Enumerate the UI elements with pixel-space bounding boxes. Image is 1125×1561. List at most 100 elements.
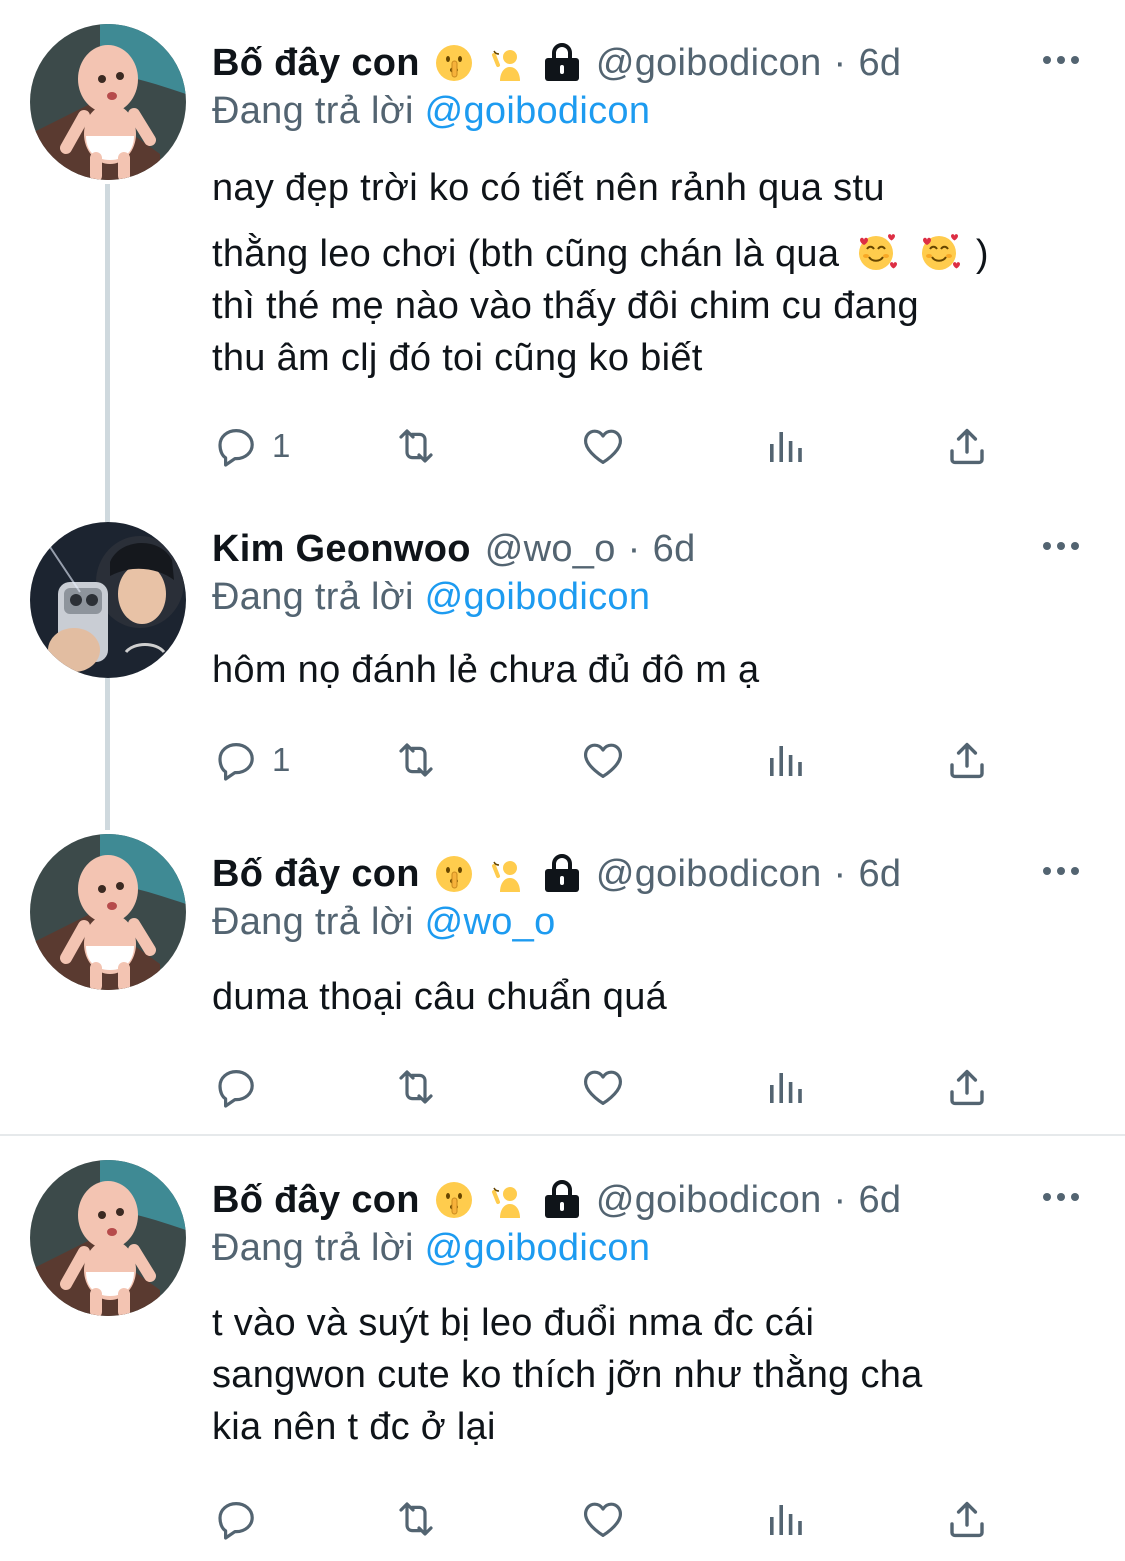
retweet-icon xyxy=(392,1063,440,1111)
views-button[interactable] xyxy=(762,1059,810,1115)
views-button[interactable] xyxy=(762,732,810,788)
separator-dot: · xyxy=(627,527,641,570)
share-icon xyxy=(943,422,991,470)
tweet-actions: 1 xyxy=(212,418,1012,474)
shushing-face-emoji xyxy=(434,1180,474,1220)
retweet-icon xyxy=(392,1495,440,1543)
like-button[interactable] xyxy=(579,418,627,474)
separator-dot: · xyxy=(833,41,847,84)
tweet-text: duma thoại câu chuẩn quá xyxy=(212,971,667,1023)
avatar[interactable] xyxy=(30,24,186,180)
retweet-button[interactable] xyxy=(392,418,440,474)
lock-icon xyxy=(542,43,582,83)
timestamp[interactable]: 6d xyxy=(858,853,901,896)
smiling-face-with-hearts-emoji xyxy=(854,230,898,274)
retweet-button[interactable] xyxy=(392,732,440,788)
replying-prefix: Đang trả lời xyxy=(212,576,414,618)
share-icon xyxy=(943,1495,991,1543)
tweet-header: Bố đây con @goibodicon · 6d xyxy=(212,36,901,90)
avatar[interactable] xyxy=(30,522,186,678)
person-raising-hand-emoji xyxy=(488,1180,528,1220)
shushing-face-emoji xyxy=(434,854,474,894)
like-button[interactable] xyxy=(579,1059,627,1115)
replying-to: Đang trả lời @goibodicon xyxy=(212,576,650,619)
replying-to-mention[interactable]: @goibodicon xyxy=(425,1227,651,1269)
replying-prefix: Đang trả lời xyxy=(212,1227,414,1269)
retweet-button[interactable] xyxy=(392,1059,440,1115)
tweet-text: nay đẹp trời ko có tiết nên rảnh qua stu… xyxy=(212,162,989,384)
handle[interactable]: @wo_o xyxy=(485,528,616,571)
separator-dot: · xyxy=(833,1178,847,1221)
display-name[interactable]: Bố đây con xyxy=(212,42,420,85)
handle[interactable]: @goibodicon xyxy=(596,1179,822,1222)
tweet-text-line: thằng leo chơi (bth cũng chán là qua ) xyxy=(212,228,989,280)
replying-prefix: Đang trả lời xyxy=(212,901,414,943)
timestamp[interactable]: 6d xyxy=(858,1179,901,1222)
views-icon xyxy=(762,422,810,470)
tweet-text-line: nay đẹp trời ko có tiết nên rảnh qua stu xyxy=(212,167,885,209)
tweet-text: t vào và suýt bị leo đuổi nma đc cái san… xyxy=(212,1297,923,1453)
tweet-text-line: sangwon cute ko thích jỡn như thằng cha xyxy=(212,1354,923,1396)
replying-to-mention[interactable]: @goibodicon xyxy=(425,90,651,132)
share-button[interactable] xyxy=(943,732,991,788)
more-icon[interactable] xyxy=(1041,861,1081,881)
display-name[interactable]: Bố đây con xyxy=(212,853,420,896)
smiling-face-with-hearts-emoji xyxy=(917,230,961,274)
tweet-text-segment: thằng leo chơi (bth cũng chán là qua xyxy=(212,233,840,275)
reply-button[interactable]: 1 xyxy=(212,732,290,788)
like-button[interactable] xyxy=(579,1491,627,1547)
more-icon[interactable] xyxy=(1041,50,1081,70)
tweet-text-line: duma thoại câu chuẩn quá xyxy=(212,976,668,1018)
tweet-text-line: thu âm clj đó toi cũng ko biết xyxy=(212,337,703,379)
views-icon xyxy=(762,1063,810,1111)
lock-icon xyxy=(542,1180,582,1220)
avatar[interactable] xyxy=(30,1160,186,1316)
person-raising-hand-emoji xyxy=(488,854,528,894)
person-raising-hand-emoji xyxy=(488,43,528,83)
reply-count: 1 xyxy=(272,427,291,464)
timestamp[interactable]: 6d xyxy=(858,42,901,85)
tweet-text-line: thì thé mẹ nào vào thấy đôi chim cu đang xyxy=(212,285,919,327)
tweet-header: Bố đây con @goibodicon · 6d xyxy=(212,847,901,901)
share-button[interactable] xyxy=(943,418,991,474)
share-button[interactable] xyxy=(943,1491,991,1547)
more-icon[interactable] xyxy=(1041,536,1081,556)
reply-button[interactable] xyxy=(212,1491,272,1547)
display-name[interactable]: Bố đây con xyxy=(212,1179,420,1222)
reply-button[interactable] xyxy=(212,1059,272,1115)
reply-icon xyxy=(212,736,260,784)
like-icon xyxy=(579,1063,627,1111)
tweet-text-line: kia nên t đc ở lại xyxy=(212,1406,496,1448)
avatar[interactable] xyxy=(30,834,186,990)
replying-to: Đang trả lời @wo_o xyxy=(212,901,556,944)
share-icon xyxy=(943,1063,991,1111)
like-icon xyxy=(579,1495,627,1543)
handle[interactable]: @goibodicon xyxy=(596,42,822,85)
replying-to: Đang trả lời @goibodicon xyxy=(212,90,650,133)
like-button[interactable] xyxy=(579,732,627,788)
tweet-header: Kim Geonwoo @wo_o · 6d xyxy=(212,522,696,576)
thread-connector-line xyxy=(105,678,110,830)
like-icon xyxy=(579,422,627,470)
handle[interactable]: @goibodicon xyxy=(596,853,822,896)
reply-count: 1 xyxy=(272,741,291,778)
more-icon[interactable] xyxy=(1041,1187,1081,1207)
tweet-text: hôm nọ đánh lẻ chưa đủ đô m ạ xyxy=(212,644,760,696)
reply-button[interactable]: 1 xyxy=(212,418,290,474)
retweet-button[interactable] xyxy=(392,1491,440,1547)
timestamp[interactable]: 6d xyxy=(653,528,696,571)
views-button[interactable] xyxy=(762,418,810,474)
lock-icon xyxy=(542,854,582,894)
tweet-text-segment: ) xyxy=(975,233,989,275)
views-icon xyxy=(762,1495,810,1543)
share-button[interactable] xyxy=(943,1059,991,1115)
reply-icon xyxy=(212,1063,260,1111)
share-icon xyxy=(943,736,991,784)
like-icon xyxy=(579,736,627,784)
views-button[interactable] xyxy=(762,1491,810,1547)
replying-to-mention[interactable]: @goibodicon xyxy=(425,576,651,618)
display-name[interactable]: Kim Geonwoo xyxy=(212,528,471,571)
replying-to-mention[interactable]: @wo_o xyxy=(425,901,556,943)
shushing-face-emoji xyxy=(434,43,474,83)
tweet-actions xyxy=(212,1059,1012,1115)
